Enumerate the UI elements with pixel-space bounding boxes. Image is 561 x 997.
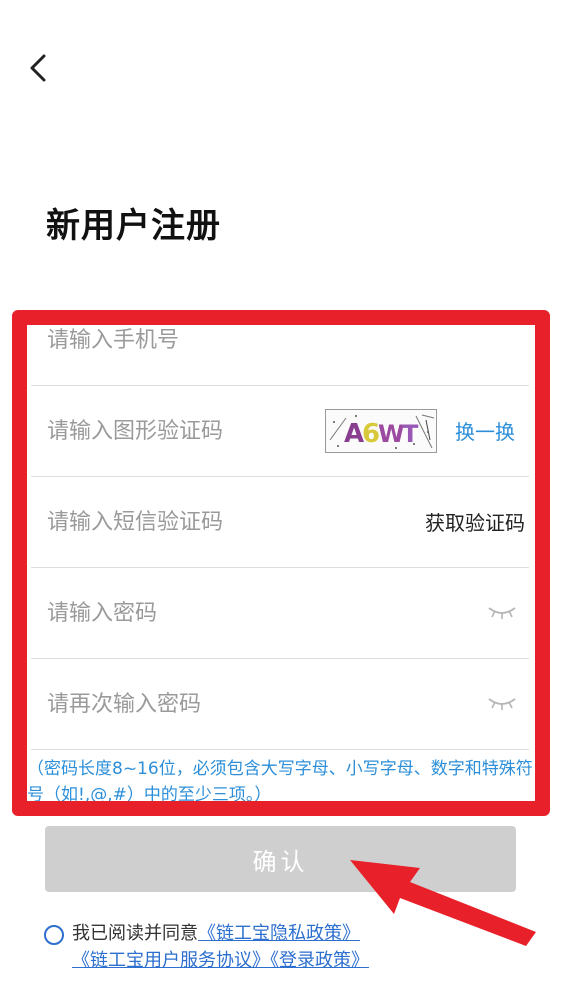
phone-input[interactable]	[45, 325, 329, 385]
back-button[interactable]	[22, 50, 58, 86]
registration-form-highlight: A 6 W T 换一换 获取验证码 （密码长度8~16位，必须包含大写字母、	[12, 310, 550, 816]
captcha-image[interactable]: A 6 W T	[325, 409, 437, 453]
agreement-prefix: 我已阅读并同意	[72, 923, 198, 944]
get-code-button[interactable]: 获取验证码	[425, 507, 525, 536]
password-hint: （密码长度8~16位，必须包含大写字母、小写字母、数字和特殊符号（如!,@,#）…	[27, 759, 533, 805]
captcha-noise: A 6 W T	[329, 414, 435, 449]
captcha-input[interactable]	[45, 386, 329, 476]
eye-closed-icon[interactable]	[487, 602, 517, 622]
svg-text:W: W	[378, 420, 404, 448]
agreement-text: 我已阅读并同意《链工宝隐私政策》《链工宝用户服务协议》《登录政策》	[72, 920, 542, 974]
page-title: 新用户注册	[46, 206, 221, 246]
password-input[interactable]	[45, 568, 329, 658]
svg-text:T: T	[402, 420, 419, 448]
chevron-left-icon	[30, 54, 46, 82]
eye-closed-icon[interactable]	[487, 693, 517, 713]
captcha-refresh-link[interactable]: 换一换	[455, 416, 515, 445]
password-row	[31, 568, 529, 659]
privacy-policy-link[interactable]: 《链工宝隐私政策》	[198, 923, 360, 944]
service-agreement-link[interactable]: 《链工宝用户服务协议》	[72, 950, 270, 971]
phone-row	[31, 325, 529, 386]
sms-row: 获取验证码	[31, 477, 529, 568]
password-confirm-row	[31, 659, 529, 750]
password-confirm-input[interactable]	[45, 659, 329, 749]
captcha-row: A 6 W T 换一换	[31, 386, 529, 477]
login-policy-link[interactable]: 《登录政策》	[270, 950, 369, 971]
sms-code-input[interactable]	[45, 477, 329, 567]
agreement-radio[interactable]	[44, 925, 64, 945]
